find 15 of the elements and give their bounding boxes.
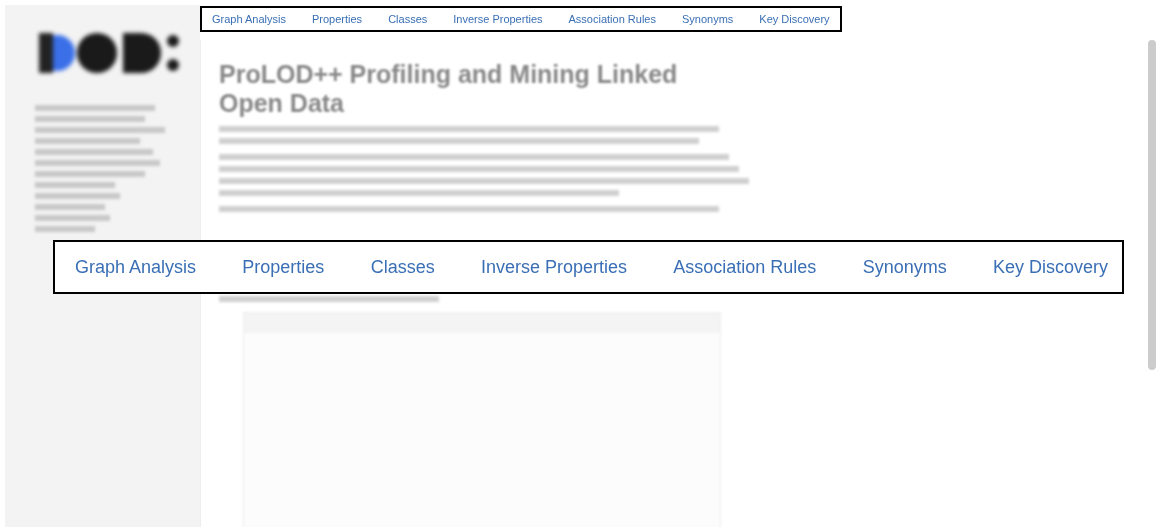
nav-link[interactable]: Association Rules xyxy=(673,256,817,278)
nav-link[interactable]: Inverse Properties xyxy=(453,13,543,25)
nav-link[interactable]: Key Discovery xyxy=(992,256,1108,278)
nav-link[interactable]: Properties xyxy=(312,13,363,25)
nav-link[interactable]: Synonyms xyxy=(862,256,947,278)
nav-link[interactable]: Synonyms xyxy=(681,13,734,25)
nav-link[interactable]: Graph Analysis xyxy=(212,13,286,25)
nav-link[interactable]: Classes xyxy=(388,13,428,25)
nav-link[interactable]: Inverse Properties xyxy=(480,256,627,278)
nav-link[interactable]: Graph Analysis xyxy=(75,256,197,278)
nav-link[interactable]: Classes xyxy=(370,256,435,278)
nav-link[interactable]: Properties xyxy=(242,256,325,278)
nav-link[interactable]: Association Rules xyxy=(568,13,656,25)
page-title: ProLOD++ Profiling and Mining Linked Open Data xyxy=(219,60,679,118)
nav-link[interactable]: Key Discovery xyxy=(759,13,830,25)
